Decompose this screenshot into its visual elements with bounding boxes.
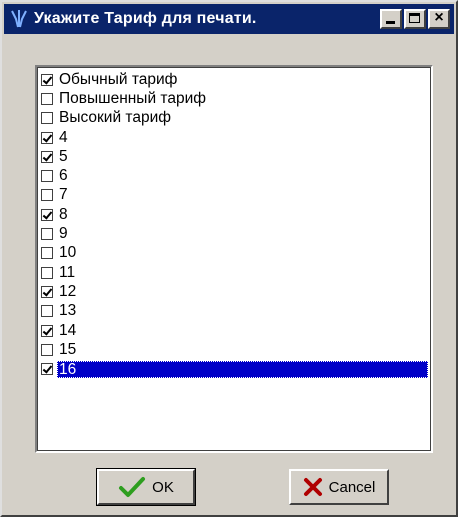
list-item-label: 6 bbox=[59, 167, 68, 185]
checkbox[interactable] bbox=[41, 150, 53, 163]
ok-label: OK bbox=[152, 478, 174, 496]
list-item[interactable]: Повышенный тариф bbox=[40, 89, 428, 108]
list-item-label: 12 bbox=[59, 282, 77, 300]
checkbox[interactable] bbox=[41, 247, 53, 260]
ok-button[interactable]: OK bbox=[96, 468, 196, 506]
list-item-label: Обычный тариф bbox=[59, 70, 178, 88]
checkbox[interactable] bbox=[41, 170, 53, 183]
list-item[interactable]: 16 bbox=[40, 359, 428, 378]
list-item[interactable]: 10 bbox=[40, 244, 428, 263]
checkbox[interactable] bbox=[41, 208, 53, 221]
list-item-label: 15 bbox=[59, 340, 77, 358]
list-item[interactable]: 11 bbox=[40, 263, 428, 282]
list-item[interactable]: 6 bbox=[40, 166, 428, 185]
list-item-label: 4 bbox=[59, 128, 68, 146]
checkbox[interactable] bbox=[41, 92, 53, 105]
list-item[interactable]: 9 bbox=[40, 224, 428, 243]
checkbox[interactable] bbox=[41, 305, 53, 318]
list-item-label: 13 bbox=[59, 302, 77, 320]
maximize-button[interactable] bbox=[404, 9, 426, 29]
cancel-button[interactable]: Cancel bbox=[289, 469, 389, 505]
close-icon: × bbox=[434, 9, 444, 26]
checkbox[interactable] bbox=[41, 73, 53, 86]
checkbox[interactable] bbox=[41, 228, 53, 241]
list-item[interactable]: 8 bbox=[40, 205, 428, 224]
list-item[interactable]: 5 bbox=[40, 147, 428, 166]
list-item[interactable]: 7 bbox=[40, 186, 428, 205]
list-item[interactable]: 14 bbox=[40, 321, 428, 340]
title-bar[interactable]: Укажите Тариф для печати. × bbox=[4, 4, 454, 34]
checkbox[interactable] bbox=[41, 131, 53, 144]
window-title: Укажите Тариф для печати. bbox=[34, 10, 257, 27]
list-item-label: 8 bbox=[59, 205, 68, 223]
list-item[interactable]: 15 bbox=[40, 340, 428, 359]
checkbox[interactable] bbox=[41, 363, 53, 376]
list-item[interactable]: 4 bbox=[40, 128, 428, 147]
minimize-button[interactable] bbox=[380, 9, 402, 29]
list-item-label: 11 bbox=[59, 263, 76, 281]
list-item-label: 14 bbox=[59, 321, 77, 339]
list-item[interactable]: 13 bbox=[40, 302, 428, 321]
cross-icon bbox=[303, 478, 322, 496]
list-item-label: 9 bbox=[59, 225, 68, 243]
list-item-label: 10 bbox=[59, 244, 77, 262]
list-item-label: 16 bbox=[57, 360, 428, 378]
list-item[interactable]: 12 bbox=[40, 282, 428, 301]
checkbox[interactable] bbox=[41, 189, 53, 202]
dialog-window: Укажите Тариф для печати. × Обычный тари… bbox=[0, 0, 458, 517]
checkmark-icon bbox=[119, 477, 146, 497]
list-item-label: 7 bbox=[59, 186, 68, 204]
minimize-icon bbox=[386, 21, 395, 24]
cancel-label: Cancel bbox=[328, 478, 376, 496]
fork-app-icon bbox=[11, 10, 27, 28]
checkbox[interactable] bbox=[41, 343, 53, 356]
maximize-icon bbox=[409, 13, 420, 23]
list-item-label: Высокий тариф bbox=[59, 109, 172, 127]
list-item-label: Повышенный тариф bbox=[59, 89, 206, 107]
list-item[interactable]: Высокий тариф bbox=[40, 109, 428, 128]
checkbox[interactable] bbox=[41, 324, 53, 337]
close-button[interactable]: × bbox=[428, 9, 450, 29]
checkbox[interactable] bbox=[41, 285, 53, 298]
list-item[interactable]: Обычный тариф bbox=[40, 70, 428, 89]
tariff-checklist[interactable]: Обычный тариф Повышенный тариф Высокий тар… bbox=[35, 65, 433, 453]
checkbox[interactable] bbox=[41, 266, 53, 279]
checkbox[interactable] bbox=[41, 112, 53, 125]
list-item-label: 5 bbox=[59, 147, 68, 165]
